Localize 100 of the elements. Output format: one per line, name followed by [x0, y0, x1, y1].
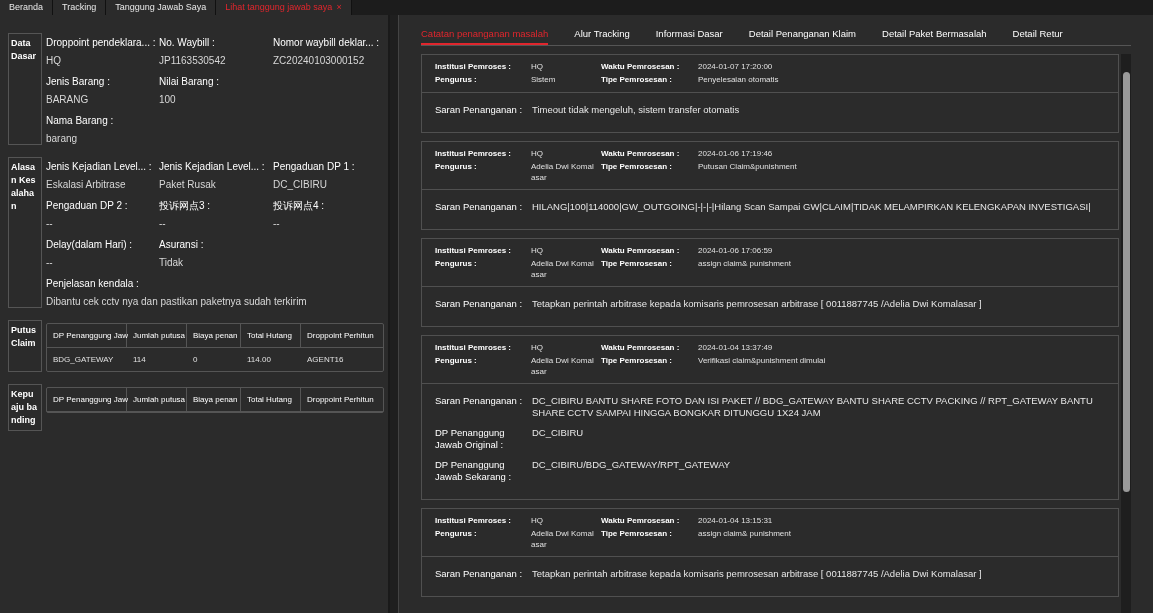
meta-label: Waktu Pemrosesan :	[601, 342, 681, 355]
table-cell-text: 0	[192, 354, 199, 366]
field-value: --	[46, 217, 53, 230]
meta-label: Institusi Pemroses :	[435, 342, 513, 355]
detail-label: Saran Penanganan :	[435, 395, 524, 409]
meta-value: Putusan Claim&punishment	[698, 161, 798, 174]
meta-label: Tipe Pemrosesan :	[601, 528, 673, 541]
meta-value: 2024-01-04 13:37:49	[698, 342, 774, 355]
column-header: Biaya penan	[187, 388, 241, 411]
field-label: Jenis Kejadian Level... :	[46, 160, 152, 173]
meta-label: Tipe Pemrosesan :	[601, 74, 673, 87]
meta-label: Tipe Pemrosesan :	[601, 355, 673, 368]
detail-label: Saran Penanganan :	[435, 201, 524, 214]
meta-label: Waktu Pemrosesan :	[601, 148, 681, 161]
meta-label: Institusi Pemroses :	[435, 245, 513, 258]
meta-label: Waktu Pemrosesan :	[601, 61, 681, 74]
column-header: Droppoint Perhitun	[306, 330, 375, 342]
meta-value: 2024-01-07 17:20:00	[698, 61, 774, 74]
meta-value: Sistem	[531, 74, 557, 87]
column-header: DP Penanggung Jaw	[47, 324, 127, 347]
section-label: Kepu aju banding	[8, 384, 42, 431]
field-label: Nomor waybill deklar... :	[273, 36, 380, 49]
meta-label: Tipe Pemrosesan :	[601, 161, 673, 174]
field-label: Jenis Barang :	[46, 75, 110, 88]
field-value: JP1163530542	[159, 54, 226, 67]
column-header: Jumlah putusa	[127, 324, 187, 347]
meta-label: Pengurus :	[435, 74, 478, 87]
meta-value: Adelia Dwi Komal asar	[531, 355, 595, 378]
field-label: 投诉网点4 :	[273, 199, 325, 212]
meta-value: Verifikasi claim&punishment dimulai	[698, 355, 827, 368]
detail-value: Timeout tidak mengeluh, sistem transfer otomatis	[532, 104, 740, 117]
meta-value: Adelia Dwi Komal asar	[531, 258, 595, 281]
meta-value: HQ	[531, 515, 544, 528]
meta-value: assign claim& punishment	[698, 528, 792, 541]
meta-label: Institusi Pemroses :	[435, 148, 513, 161]
detail-tab[interactable]: Detail Paket Bermasalah	[882, 27, 987, 46]
field-label: Delay(dalam Hari) :	[46, 238, 133, 251]
table-cell-text: BDG_GATEWAY	[52, 354, 115, 366]
meta-value: 2024-01-06 17:19:46	[698, 148, 774, 161]
field-label: Pengaduan DP 2 :	[46, 199, 128, 212]
detail-label: Saran Penanganan :	[435, 568, 524, 581]
detail-value: DC_CIBIRU/BDG_GATEWAY/RPT_GATEWAY	[532, 459, 731, 473]
field-value: ZC20240103000152	[273, 54, 365, 67]
detail-value: Tetapkan perintah arbitrase kepada komisaris pemrosesan arbitrase [ 0011887745 /Adelia Dwi Komalasar ]	[532, 568, 982, 581]
column-header: Jumlah putusa	[127, 388, 187, 411]
section-label: Putus Claim	[8, 320, 42, 372]
meta-label: Institusi Pemroses :	[435, 61, 513, 74]
detail-value: DC_CIBIRU	[532, 427, 584, 441]
detail-label: Saran Penanganan :	[435, 104, 524, 117]
field-value: BARANG	[46, 93, 89, 106]
section-label: Alasan Kesalahan	[8, 157, 42, 308]
meta-label: Tipe Pemrosesan :	[601, 258, 673, 271]
field-label: Droppoint pendeklara... :	[46, 36, 156, 49]
column-header: DP Penanggung Jaw	[47, 388, 127, 411]
meta-value: Adelia Dwi Komal asar	[531, 161, 595, 184]
detail-tab[interactable]: Alur Tracking	[574, 27, 630, 46]
field-label: Penjelasan kendala :	[46, 277, 139, 290]
field-label: Pengaduan DP 1 :	[273, 160, 355, 173]
field-value: Dibantu cek cctv nya dan pastikan paketnya sudah terkirim	[46, 295, 307, 308]
meta-label: Pengurus :	[435, 258, 478, 271]
top-tab[interactable]: Tracking	[53, 0, 107, 15]
field-label: Nama Barang :	[46, 114, 114, 127]
section-label: Data Dasar	[8, 33, 42, 145]
field-value: Paket Rusak	[159, 178, 216, 191]
detail-label: DP Penanggung Jawab Original :	[435, 427, 506, 452]
field-label: Asuransi :	[159, 238, 204, 251]
scrollbar[interactable]	[1121, 54, 1131, 613]
top-tab[interactable]: Tanggung Jawab Saya	[106, 0, 217, 15]
meta-label: Pengurus :	[435, 528, 478, 541]
meta-value: HQ	[531, 342, 544, 355]
column-header: Total Hutang	[241, 324, 301, 347]
table-cell-text: 114.00	[246, 354, 272, 366]
top-tab[interactable]: Beranda	[0, 0, 54, 15]
detail-tab[interactable]: Detail Penanganan Klaim	[748, 27, 856, 46]
field-value: 100	[159, 93, 176, 106]
detail-tab[interactable]: Informasi Dasar	[655, 27, 723, 46]
meta-value: HQ	[531, 245, 544, 258]
meta-value: 2024-01-04 13:15:31	[698, 515, 774, 528]
detail-value: Tetapkan perintah arbitrase kepada komisaris pemrosesan arbitrase [ 0011887745 /Adelia Dwi Komalasar ]	[532, 298, 982, 311]
field-value: Tidak	[159, 256, 184, 269]
detail-tab[interactable]: Detail Retur	[1012, 27, 1063, 46]
field-value: --	[273, 217, 280, 230]
column-header: Total Hutang	[241, 388, 301, 411]
meta-value: 2024-01-06 17:06:59	[698, 245, 774, 258]
detail-value: DC_CIBIRU BANTU SHARE FOTO DAN ISI PAKET // BDG_GATEWAY BANTU SHARE CCTV PACKING // RPT_GATEWAY BANTU SHARE CCTV SAMPAI HINGGA BONGKAR DITUNGGU 1X24 JAM	[532, 395, 1094, 420]
meta-label: Pengurus :	[435, 355, 478, 368]
field-value: HQ	[46, 54, 61, 67]
field-value: barang	[46, 132, 78, 145]
meta-label: Waktu Pemrosesan :	[601, 245, 681, 258]
detail-label: DP Penanggung Jawab Sekarang :	[435, 459, 513, 484]
column-header: Droppoint Perhitun	[306, 394, 375, 406]
field-value: --	[46, 256, 53, 269]
field-label: No. Waybill :	[159, 36, 215, 49]
meta-value: HQ	[531, 148, 544, 161]
meta-label: Pengurus :	[435, 161, 478, 174]
meta-value: Adelia Dwi Komal asar	[531, 528, 595, 551]
meta-value: Penyelesaian otomatis	[698, 74, 780, 87]
field-label: Nilai Barang :	[159, 75, 220, 88]
detail-label: Saran Penanganan :	[435, 298, 524, 311]
scroll-thumb[interactable]	[1122, 72, 1130, 493]
